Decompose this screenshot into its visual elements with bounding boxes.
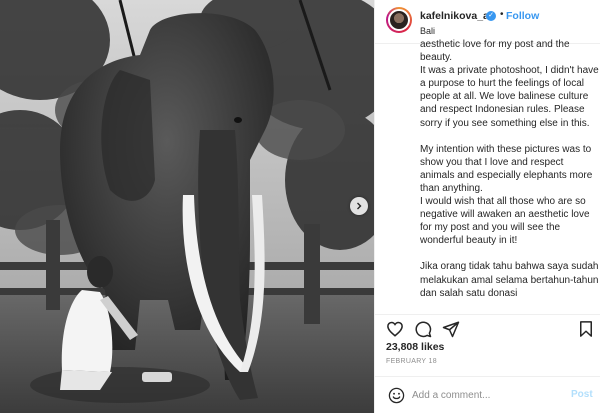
action-bar (375, 314, 600, 342)
header-separator: • (500, 9, 504, 20)
caption-paragraph: aesthetic love for my post and the beaut… (420, 39, 599, 129)
carousel-next-button[interactable] (350, 197, 368, 215)
avatar[interactable] (386, 7, 412, 33)
username-link[interactable]: kafelnikova_a (420, 10, 489, 22)
like-count[interactable]: 23,808 likes (386, 341, 444, 353)
caption-paragraph: My intention with these pictures was to … (420, 143, 593, 247)
post-photo[interactable] (0, 0, 374, 413)
post-date[interactable]: FEBRUARY 18 (386, 358, 437, 365)
comment-bar: Post (375, 376, 600, 413)
bookmark-icon[interactable] (577, 320, 595, 338)
chevron-right-icon (357, 202, 362, 210)
share-icon[interactable] (442, 320, 460, 338)
caption-paragraph: Jika orang tidak tahu bahwa saya sudah m… (420, 261, 599, 299)
heart-icon[interactable] (386, 320, 404, 338)
verified-badge-icon: ✓ (486, 11, 496, 21)
post-sidebar: kafelnikova_a ✓ • Follow Bali aesthetic … (374, 0, 600, 413)
post-comment-button[interactable]: Post (571, 389, 593, 400)
post-caption: aesthetic love for my post and the beaut… (420, 38, 600, 314)
elephant-photo-image (0, 0, 374, 413)
follow-button[interactable]: Follow (506, 10, 539, 22)
comment-icon[interactable] (414, 320, 432, 338)
location-link[interactable]: Bali (420, 26, 435, 36)
emoji-icon[interactable] (388, 387, 405, 404)
comment-input[interactable] (412, 386, 562, 404)
